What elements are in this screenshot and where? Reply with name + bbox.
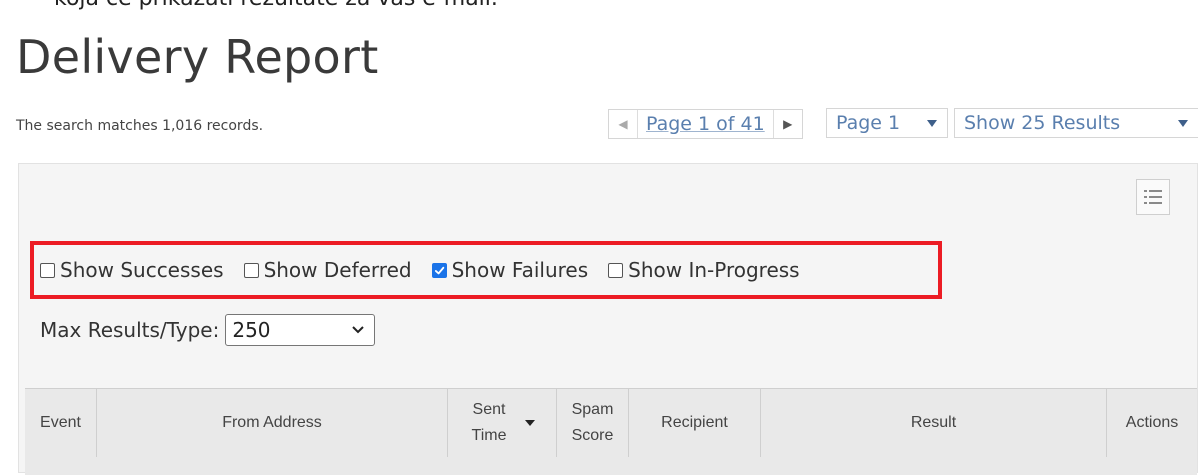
filter-in-progress[interactable]: Show In-Progress <box>608 258 800 282</box>
filter-failures[interactable]: Show Failures <box>431 258 589 282</box>
max-results-label: Max Results/Type: <box>40 318 220 342</box>
successes-checkbox[interactable] <box>40 262 55 278</box>
column-menu-button[interactable] <box>1136 179 1170 215</box>
records-count-text: The search matches 1,016 records. <box>16 118 264 134</box>
column-header-from-address[interactable]: From Address <box>97 389 448 457</box>
filter-successes[interactable]: Show Successes <box>40 258 224 282</box>
sort-desc-icon <box>525 420 535 426</box>
header-label: Actions <box>1125 413 1179 431</box>
header-label: Recipient <box>661 413 728 431</box>
max-results-select[interactable]: 250 <box>225 314 376 346</box>
column-header-recipient[interactable]: Recipient <box>629 389 761 457</box>
header-label: Result <box>910 413 957 431</box>
caret-down-icon <box>927 119 937 127</box>
chevron-down-icon <box>352 326 365 334</box>
results-select-value: Show 25 Results <box>964 112 1121 134</box>
chevron-right-icon: ▶ <box>783 117 793 131</box>
filter-label: Show Deferred <box>263 258 412 282</box>
filter-label: Show Successes <box>60 258 224 282</box>
report-panel: Show Successes Show Deferred Show Failur… <box>18 163 1198 475</box>
filter-label: Show Failures <box>451 258 589 282</box>
filter-highlight-box: Show Successes Show Deferred Show Failur… <box>30 241 942 299</box>
caret-down-icon <box>1178 119 1188 127</box>
page-title: Delivery Report <box>16 30 379 84</box>
pager-box: ◀ Page 1 of 41 ▶ <box>608 109 803 139</box>
column-header-spam-score[interactable]: Spam Score <box>557 389 629 457</box>
table-header-row: Event From Address Sent Time Spam Score … <box>25 388 1197 475</box>
column-header-result[interactable]: Result <box>761 389 1107 457</box>
max-results-row: Max Results/Type: 250 <box>40 314 376 346</box>
column-header-actions[interactable]: Actions <box>1107 389 1197 457</box>
list-icon <box>1144 190 1162 204</box>
spam-score-label: Spam Score <box>571 401 614 444</box>
page-select-value: Page 1 <box>836 112 901 134</box>
pager: ◀ Page 1 of 41 ▶ <box>608 108 803 140</box>
chevron-left-icon: ◀ <box>618 117 628 131</box>
deferred-checkbox[interactable] <box>243 262 259 278</box>
checkmark-icon <box>434 266 444 274</box>
prev-page-button[interactable]: ◀ <box>609 110 638 138</box>
column-header-event[interactable]: Event <box>25 389 97 457</box>
filter-label: Show In-Progress <box>628 258 800 282</box>
sent-time-label: Sent Time <box>471 401 507 444</box>
max-results-value: 250 <box>232 318 271 342</box>
filter-deferred[interactable]: Show Deferred <box>243 258 412 282</box>
in-progress-checkbox[interactable] <box>608 262 624 278</box>
next-page-button[interactable]: ▶ <box>772 110 802 138</box>
header-label: Event <box>40 413 81 431</box>
cropped-caption-text: koja će prikazati rezultate za vaš e-mai… <box>54 0 498 11</box>
column-header-sent-time[interactable]: Sent Time <box>448 389 557 457</box>
page-select[interactable]: Page 1 <box>826 108 948 138</box>
page-indicator-link[interactable]: Page 1 of 41 <box>638 113 773 135</box>
failures-checkbox[interactable] <box>431 262 447 278</box>
results-per-page-select[interactable]: Show 25 Results <box>954 108 1198 138</box>
header-label: From Address <box>222 413 322 431</box>
